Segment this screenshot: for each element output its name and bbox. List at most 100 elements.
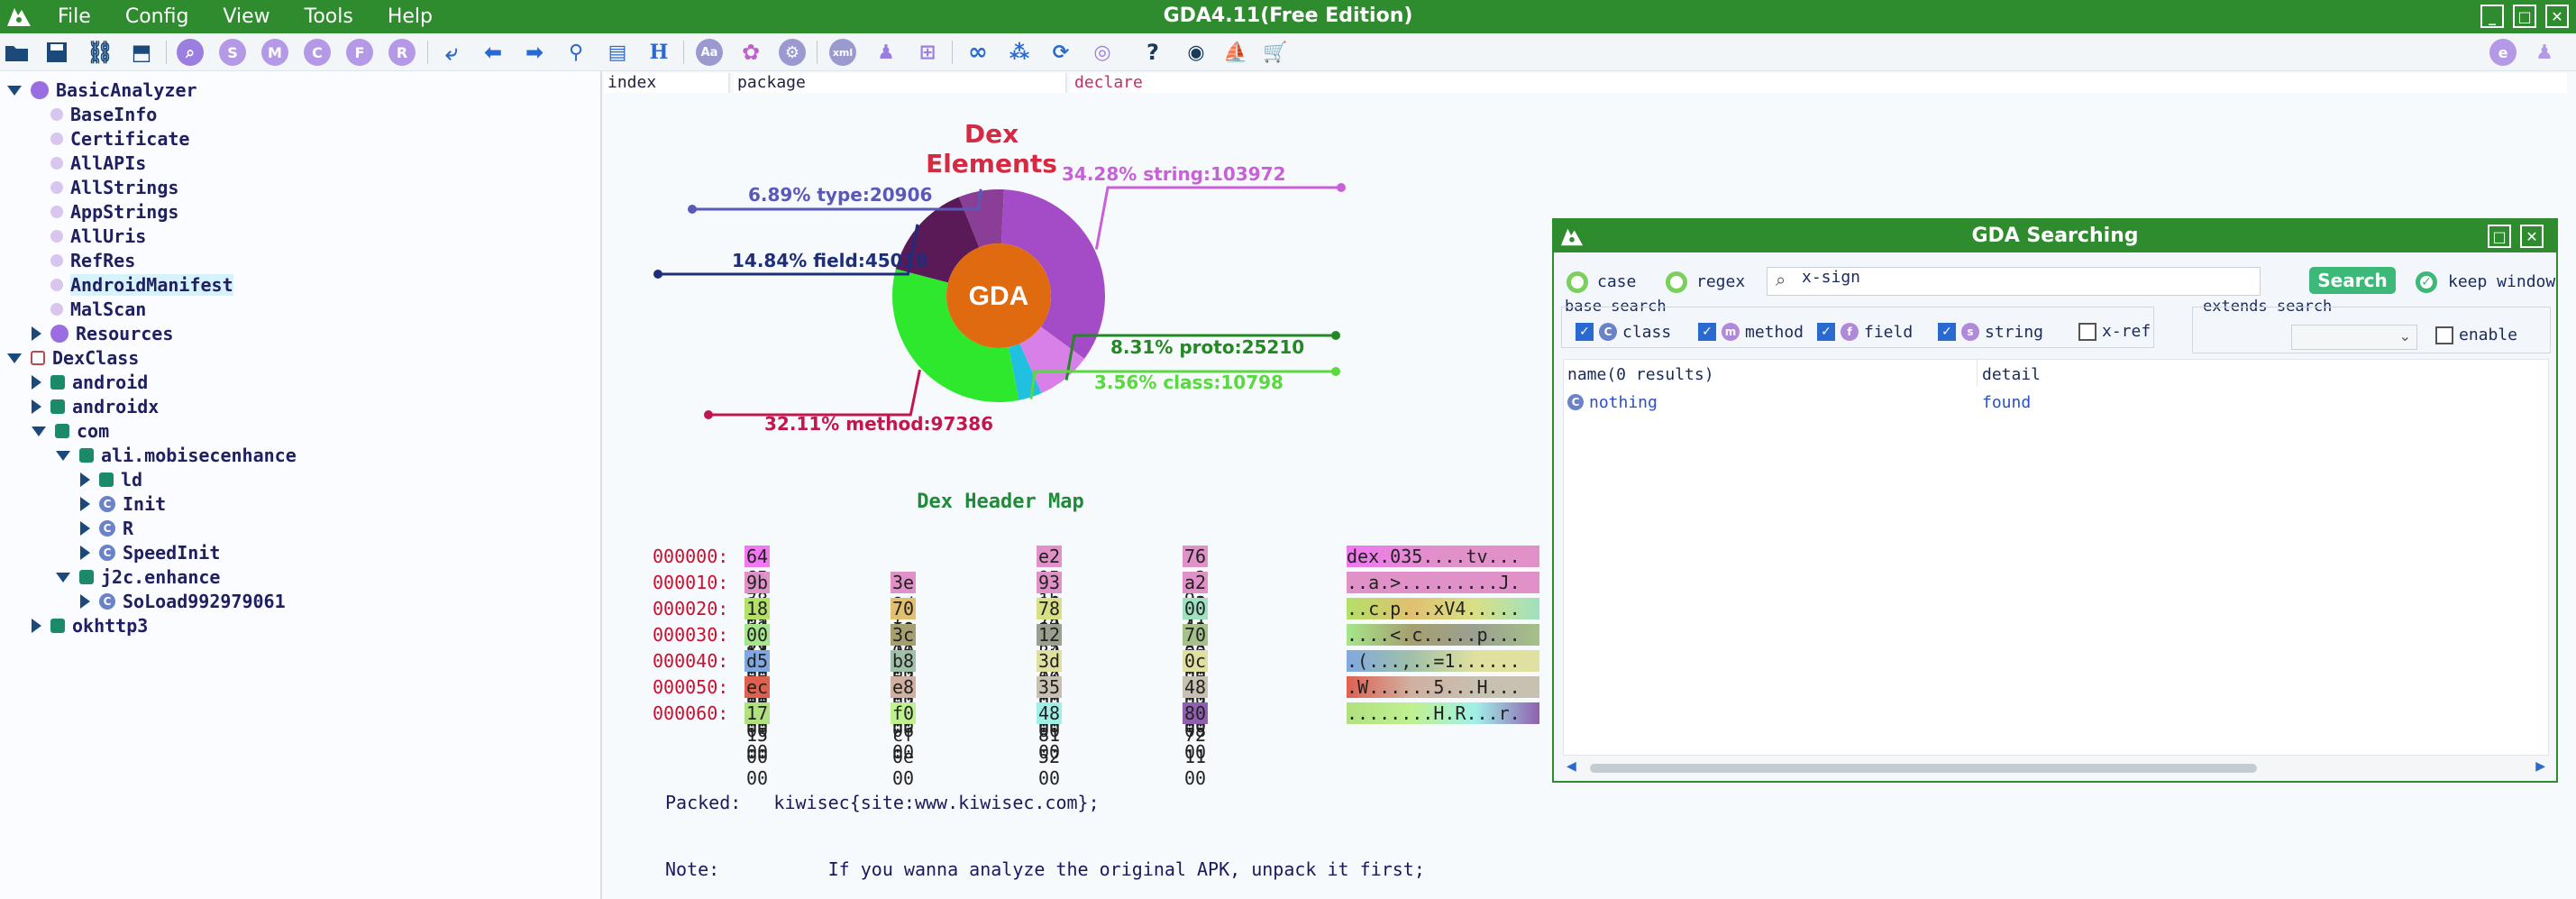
network-icon[interactable]: ⁂ — [1006, 39, 1033, 66]
tree-node-soload992979061[interactable]: C SoLoad992979061 — [80, 590, 286, 613]
infinity-icon[interactable]: ∞ — [964, 39, 991, 66]
search-string-icon[interactable]: S — [219, 39, 246, 66]
enable-checkbox[interactable] — [2435, 326, 2453, 344]
windows-icon[interactable]: ⊞ — [914, 39, 941, 66]
minimize-button[interactable]: _ — [2480, 5, 2504, 28]
eye-icon[interactable]: ◉ — [1183, 39, 1210, 66]
hex-segment[interactable]: 0c d0 03 00 — [1183, 650, 1209, 737]
maximize-button[interactable]: □ — [2513, 5, 2536, 28]
cart-icon[interactable]: 🛒 — [1262, 39, 1289, 66]
settings-gear-icon[interactable]: ⚙ — [779, 39, 806, 66]
result-name[interactable]: nothing — [1589, 393, 1658, 412]
collapse-arrow-icon[interactable] — [32, 399, 41, 414]
hex-segment[interactable]: 64 65 78 0a 30 33 35 00 — [744, 546, 771, 719]
hex-segment[interactable]: e2 95 1b 74 — [1037, 546, 1063, 632]
hex-segment[interactable]: 70 00 00 00 — [891, 598, 917, 684]
menu-view[interactable]: View — [223, 5, 269, 28]
menu-file[interactable]: File — [58, 5, 91, 28]
tree-node-appstrings[interactable]: AppStrings — [32, 200, 178, 224]
hex-segment[interactable]: 76 c2 9a f1 — [1183, 546, 1209, 632]
tree-node-allstrings[interactable]: AllStrings — [32, 176, 178, 199]
android-robot-icon[interactable]: ♟ — [2531, 39, 2558, 66]
hex-segment[interactable]: f0 cf 0e 00 — [891, 702, 917, 789]
search-icon[interactable]: ⌕ — [177, 39, 204, 66]
tree-node-speedinit[interactable]: C SpeedInit — [80, 541, 220, 564]
tree-node-init[interactable]: C Init — [80, 492, 166, 516]
android-icon[interactable]: ♟ — [872, 39, 900, 66]
goto-icon[interactable]: ⤶ — [438, 39, 465, 66]
collapse-arrow-icon[interactable] — [80, 521, 90, 536]
hex-segment[interactable]: 78 56 34 12 — [1037, 598, 1063, 684]
tree-node-dexclass[interactable]: DexClass — [7, 346, 139, 370]
case-radio[interactable] — [1567, 271, 1588, 293]
xml-icon[interactable]: xml — [829, 39, 856, 66]
keep-window-checkbox[interactable]: ✓ — [2416, 271, 2437, 293]
scroll-right-icon[interactable]: ▶ — [2535, 759, 2545, 774]
search-class-icon[interactable]: C — [304, 39, 331, 66]
tree-node-androidmanifest[interactable]: AndroidManifest — [32, 273, 233, 297]
search-field-icon[interactable]: F — [346, 39, 373, 66]
collapse-arrow-icon[interactable] — [80, 546, 90, 560]
tab-declare[interactable]: declare — [1071, 73, 2567, 93]
hex-segment[interactable]: 70 00 00 00 — [1183, 624, 1209, 711]
tree-node-ld[interactable]: ld — [80, 468, 142, 491]
tree-node-allapis[interactable]: AllAPIs — [32, 151, 146, 175]
tree-node-android[interactable]: android — [32, 371, 148, 394]
ship-icon[interactable]: ⛵ — [1222, 39, 1249, 66]
back-arrow-icon[interactable]: ⬅ — [480, 39, 507, 66]
expand-arrow-icon[interactable] — [56, 572, 70, 583]
search-input[interactable]: x-sign — [1767, 267, 2261, 296]
font-size-icon[interactable]: Aa — [696, 39, 723, 66]
hex-segment[interactable]: 00 00 00 00 — [744, 624, 771, 711]
search-method-icon[interactable]: M — [261, 39, 288, 66]
tree-node-basicanalyzer[interactable]: BasicAnalyzer — [7, 78, 197, 102]
hex-segment[interactable]: 93 86 e3 c5 — [1037, 572, 1063, 658]
horizontal-scrollbar[interactable]: ◀ ▶ — [1563, 757, 2549, 779]
e-icon[interactable]: e — [2489, 39, 2517, 66]
search-resource-icon[interactable]: R — [388, 39, 416, 66]
extends-dropdown[interactable]: ⌄ — [2291, 325, 2417, 350]
debug-icon[interactable]: ⚲ — [562, 39, 589, 66]
menu-help[interactable]: Help — [388, 5, 433, 28]
tree-node-com[interactable]: com — [32, 419, 109, 443]
tab-package[interactable]: package — [734, 73, 1067, 93]
collapse-arrow-icon[interactable] — [80, 497, 90, 511]
scroll-left-icon[interactable]: ◀ — [1567, 759, 1576, 774]
collapse-arrow-icon[interactable] — [32, 375, 41, 390]
collapse-arrow-icon[interactable] — [32, 619, 41, 633]
field-checkbox[interactable]: ✓ — [1817, 323, 1835, 341]
string-checkbox[interactable]: ✓ — [1938, 323, 1956, 341]
collapse-arrow-icon[interactable] — [80, 594, 90, 609]
regex-radio[interactable] — [1666, 271, 1687, 293]
tree-node-resources[interactable]: Resources — [32, 322, 173, 345]
fingerprint-icon[interactable]: ◎ — [1089, 39, 1116, 66]
tree-node-malscan[interactable]: MalScan — [32, 298, 146, 321]
hex-segment[interactable]: 48 81 52 00 — [1037, 702, 1063, 789]
hex-segment[interactable]: 3d 31 00 00 — [1037, 650, 1063, 737]
expand-arrow-icon[interactable] — [7, 353, 22, 363]
close-button[interactable]: ✕ — [2545, 5, 2569, 28]
tree-node-r[interactable]: CR — [80, 517, 133, 540]
hex-segment[interactable]: 48 de 08 00 — [1183, 676, 1209, 763]
forward-arrow-icon[interactable]: ➡ — [521, 39, 548, 66]
tree-node-certificate[interactable]: Certificate — [32, 127, 189, 151]
link-icon[interactable]: ⛓ — [87, 39, 114, 66]
scrollbar-thumb[interactable] — [1590, 764, 2257, 773]
plugin-icon[interactable]: ✿ — [737, 39, 764, 66]
menu-config[interactable]: Config — [125, 5, 189, 28]
hex-segment[interactable]: 9b 14 61 f1 — [744, 572, 771, 658]
xref-checkbox[interactable] — [2078, 323, 2096, 341]
document-icon[interactable]: ▤ — [604, 39, 631, 66]
collapse-arrow-icon[interactable] — [32, 326, 41, 341]
hex-segment[interactable]: 00 00 00 00 — [1183, 598, 1209, 684]
hex-segment[interactable]: a2 d6 4a 83 — [1183, 572, 1209, 658]
hex-segment[interactable]: 80 72 11 00 — [1183, 702, 1209, 789]
help-icon[interactable]: ? — [1139, 39, 1166, 66]
tab-index[interactable]: index — [604, 73, 730, 93]
hex-segment[interactable]: 35 be 00 00 — [1037, 676, 1063, 763]
open-folder-icon[interactable] — [4, 39, 31, 66]
menu-tools[interactable]: Tools — [305, 5, 353, 28]
search-maximize-button[interactable]: □ — [2488, 225, 2511, 248]
search-close-button[interactable]: ✕ — [2520, 225, 2544, 248]
expand-arrow-icon[interactable] — [32, 426, 46, 436]
